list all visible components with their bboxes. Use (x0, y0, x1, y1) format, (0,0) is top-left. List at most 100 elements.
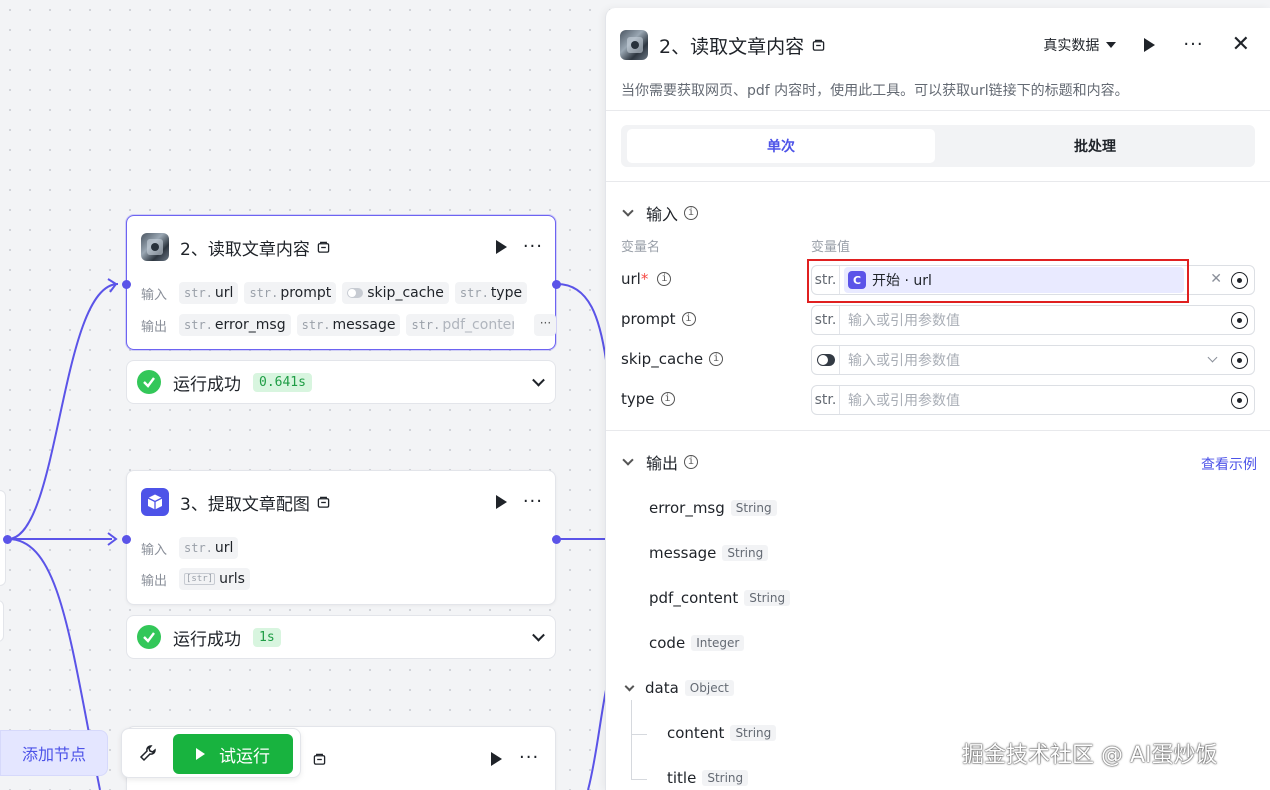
chevron-down-icon (622, 454, 634, 466)
param-label-url: url * i (621, 270, 672, 288)
info-icon: i (684, 455, 699, 469)
info-icon: i (684, 206, 699, 220)
output-field-content: content String (667, 724, 777, 742)
input-chip-type: str. type (454, 282, 528, 304)
output-field-pdf-content: pdf_content String (649, 589, 791, 607)
run-mode-tabs: 单次 批处理 (621, 125, 1255, 167)
node-more-icon[interactable]: ··· (523, 493, 543, 511)
success-check-icon (137, 370, 161, 394)
param-label-type: type i (621, 390, 675, 408)
highlight-box (807, 259, 1189, 303)
tab-batch[interactable]: 批处理 (941, 129, 1249, 163)
node-read-input-port[interactable] (122, 280, 131, 289)
view-example-link[interactable]: 查看示例 (1201, 454, 1257, 474)
store-icon (317, 496, 330, 508)
info-icon: i (660, 392, 675, 406)
more-outputs-button[interactable]: ··· (534, 314, 557, 336)
node-outputs-row: 输出 str. error_msg str. message str. pdf_con… (141, 314, 557, 336)
reference-variable-icon[interactable] (1231, 312, 1248, 329)
node-title: 3、提取文章配图 (180, 494, 310, 515)
node-image-input-port[interactable] (122, 535, 131, 544)
chevron-down-icon[interactable] (532, 628, 545, 642)
node-inputs-row: 输入 str. url (141, 537, 244, 559)
input-chip-skip-cache: skip_cache (342, 282, 449, 304)
reference-variable-icon[interactable] (1231, 352, 1248, 369)
node-extract-images[interactable]: 3、提取文章配图 ··· 输入 str. url 输出 [str] urls (126, 470, 556, 605)
panel-description: 当你需要获取网页、pdf 内容时，使用此工具。可以获取url链接下的标题和内容。 (621, 83, 1129, 99)
output-section-header[interactable]: 输出 i (622, 450, 699, 474)
partial-start-status[interactable] (0, 600, 4, 642)
test-run-button[interactable]: 试运行 (173, 734, 293, 774)
node-outputs-row: 输出 [str] urls (141, 568, 256, 590)
play-icon (196, 748, 205, 760)
input-chip-prompt: str. prompt (244, 282, 337, 304)
output-field-code: code Integer (649, 634, 745, 652)
param-label-prompt: prompt i (621, 310, 696, 328)
input-chip-url: str. url (179, 282, 239, 304)
store-icon (812, 39, 825, 51)
toggle-icon (816, 354, 835, 366)
output-field-data[interactable]: data Object (624, 679, 734, 697)
bottom-toolbar: 试运行 (121, 728, 301, 778)
node-image-output-port[interactable] (552, 535, 561, 544)
input-chip-url: str. url (179, 537, 239, 559)
watermark: 掘金技术社区 @ AI蛋炒饭 (962, 743, 1218, 768)
col-header-value: 变量值 (811, 240, 851, 255)
toggle-icon (347, 288, 364, 298)
info-icon: i (681, 312, 696, 326)
node-image-status[interactable]: 运行成功 1s (126, 615, 556, 659)
node-title: 2、读取文章内容 (180, 239, 310, 260)
node-run-icon[interactable] (495, 240, 507, 254)
param-label-skip-cache: skip_cache i (621, 350, 724, 368)
store-icon (313, 753, 326, 765)
col-header-name: 变量名 (621, 240, 661, 255)
node-read-output-port[interactable] (552, 280, 561, 289)
close-icon[interactable]: ✕ (1232, 34, 1250, 56)
chevron-down-icon[interactable] (1207, 352, 1218, 363)
plugin-thumbnail-icon (141, 233, 169, 261)
chevron-down-icon[interactable] (532, 373, 545, 387)
node-inputs-row: 输入 str. url str. prompt skip_cache str. typ… (141, 282, 533, 304)
node-more-icon[interactable]: ··· (523, 238, 543, 256)
start-output-port[interactable] (3, 535, 12, 544)
caret-down-icon (1106, 42, 1117, 48)
reference-variable-icon[interactable] (1231, 272, 1248, 289)
plugin-thumbnail-icon (620, 30, 648, 60)
output-field-error-msg: error_msg String (649, 499, 777, 517)
clear-icon[interactable]: ✕ (1210, 271, 1222, 287)
node-read-status[interactable]: 运行成功 0.641s (126, 360, 556, 404)
reference-variable-icon[interactable] (1231, 392, 1248, 409)
node-read-article[interactable]: 2、读取文章内容 ··· 输入 str. url str. prompt skip_… (126, 215, 557, 350)
node-run-icon[interactable] (495, 495, 507, 509)
wrench-icon[interactable] (138, 743, 158, 763)
type-value-field[interactable]: str. 输入或引用参数值 (811, 385, 1255, 415)
node-more-icon[interactable]: ··· (519, 749, 539, 767)
store-icon (317, 241, 330, 253)
output-chip-urls: [str] urls (179, 568, 250, 590)
output-chip-error-msg: str. error_msg (179, 314, 291, 336)
success-check-icon (137, 625, 161, 649)
skip-cache-value-field[interactable]: 输入或引用参数值 (811, 345, 1255, 375)
add-node-button[interactable]: 添加节点 (0, 730, 108, 776)
panel-title: 2、读取文章内容 (659, 35, 805, 58)
run-time-badge: 1s (253, 627, 281, 647)
panel-more-icon[interactable]: ··· (1183, 36, 1203, 54)
data-mode-dropdown[interactable]: 真实数据 (1043, 35, 1117, 55)
node-detail-panel: 2、读取文章内容 真实数据 ··· ✕ 当你需要获取网页、pdf 内容时，使用此… (605, 8, 1270, 790)
panel-run-icon[interactable] (1144, 38, 1156, 52)
info-icon: i (657, 272, 672, 286)
tree-connector (631, 700, 632, 780)
output-chip-pdf-content: str. pdf_conten (406, 314, 515, 336)
cube-icon (141, 488, 169, 516)
chevron-down-icon (622, 205, 634, 217)
run-time-badge: 0.641s (253, 372, 312, 392)
input-section-header[interactable]: 输入 i (622, 201, 699, 225)
info-icon: i (709, 352, 724, 366)
output-chip-message: str. message (296, 314, 401, 336)
output-field-message: message String (649, 544, 769, 562)
output-field-title: title String (667, 769, 749, 787)
chevron-down-icon (624, 681, 635, 691)
prompt-value-field[interactable]: str. 输入或引用参数值 (811, 305, 1255, 335)
tab-single[interactable]: 单次 (627, 129, 935, 163)
node-run-icon[interactable] (491, 752, 502, 766)
